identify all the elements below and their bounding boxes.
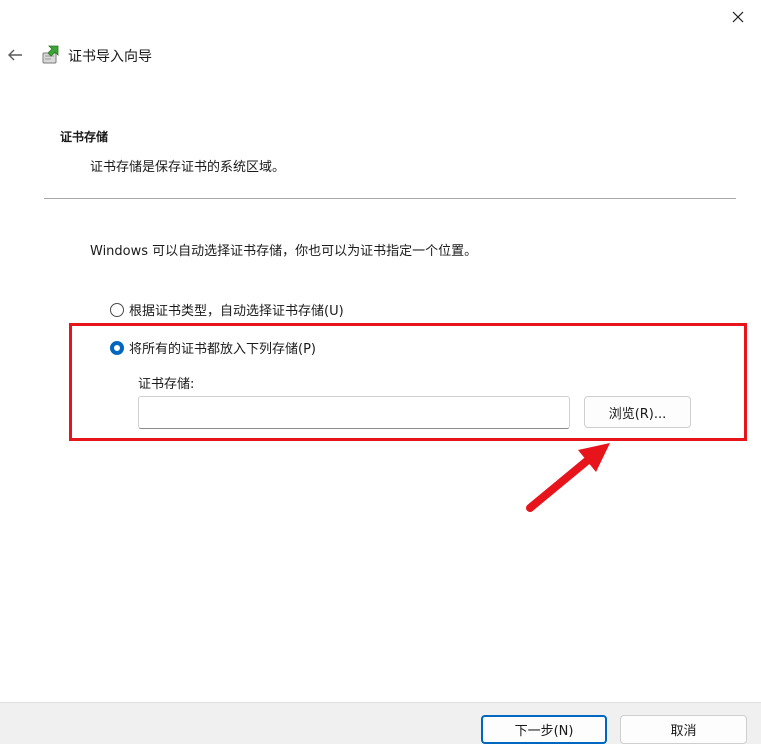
certificate-wizard-icon: [42, 45, 59, 64]
certificate-store-label: 证书存储:: [138, 377, 195, 392]
close-button[interactable]: [725, 6, 751, 28]
radio-checked[interactable]: [110, 340, 124, 355]
place-in-store-option[interactable]: 将所有的证书都放入下列存储(P): [110, 338, 316, 357]
annotation-arrow-icon: [526, 443, 610, 512]
next-button[interactable]: 下一步(N): [481, 715, 607, 744]
section-header: 证书存储: [60, 130, 109, 144]
back-button[interactable]: [4, 44, 26, 66]
auto-select-store-option[interactable]: 根据证书类型，自动选择证书存储(U): [110, 300, 344, 319]
radio-unchecked[interactable]: [110, 302, 124, 317]
info-text: Windows 可以自动选择证书存储，你也可以为证书指定一个位置。: [90, 244, 478, 259]
section-description: 证书存储是保存证书的系统区域。: [90, 160, 286, 175]
place-in-store-label: 将所有的证书都放入下列存储(P): [129, 342, 316, 357]
close-icon: [732, 11, 744, 23]
certificate-store-input[interactable]: [138, 396, 570, 429]
auto-select-store-label: 根据证书类型，自动选择证书存储(U): [129, 304, 344, 319]
wizard-footer: 下一步(N) 取消: [0, 702, 761, 744]
cancel-button[interactable]: 取消: [620, 715, 747, 744]
wizard-title: 证书导入向导: [68, 49, 152, 65]
arrow-left-icon: [8, 49, 22, 61]
browse-button[interactable]: 浏览(R)...: [584, 396, 691, 428]
wizard-header: 证书导入向导: [0, 38, 761, 72]
certificate-import-wizard-window: 证书导入向导 证书存储 证书存储是保存证书的系统区域。 Windows 可以自动…: [0, 0, 761, 744]
header-divider: [44, 198, 736, 199]
